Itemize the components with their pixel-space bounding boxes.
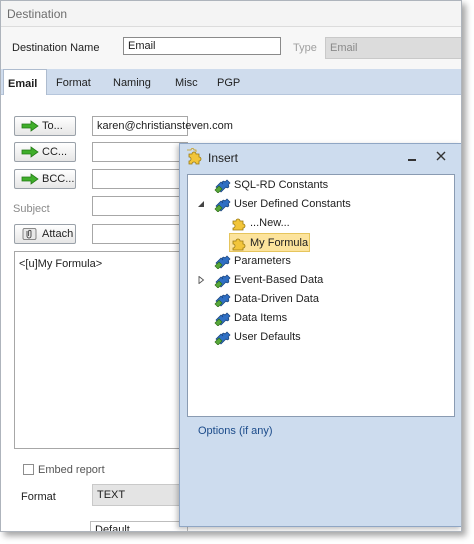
collapse-arrow-icon[interactable] bbox=[197, 200, 205, 208]
tab-misc[interactable]: Misc bbox=[175, 69, 198, 95]
tab-naming[interactable]: Naming bbox=[113, 69, 151, 95]
tab-email[interactable]: Email bbox=[3, 69, 47, 96]
insert-panel-title: Insert bbox=[208, 151, 239, 165]
tree-node-my-formula[interactable]: My Formula bbox=[229, 233, 310, 252]
tree-node-label: User Defaults bbox=[234, 331, 301, 343]
tree-node-label: My Formula bbox=[250, 237, 309, 249]
bcc-button[interactable]: BCC... bbox=[14, 169, 76, 189]
window-title: Destination bbox=[7, 7, 68, 21]
puzzle-icon bbox=[214, 198, 231, 212]
destination-row: Destination Name Email Type Email bbox=[1, 27, 461, 69]
default-field[interactable]: Default bbox=[90, 521, 188, 531]
paperclip-icon bbox=[22, 228, 37, 240]
type-field: Email bbox=[325, 37, 461, 59]
to-button[interactable]: To... bbox=[14, 116, 76, 136]
checkbox-icon bbox=[23, 464, 34, 475]
puzzle-icon bbox=[214, 179, 231, 193]
attach-field[interactable] bbox=[92, 224, 188, 244]
bcc-button-label: BCC... bbox=[42, 173, 75, 185]
bcc-field[interactable] bbox=[92, 169, 188, 189]
subject-label: Subject bbox=[13, 203, 50, 215]
message-body-text: <[u]My Formula> bbox=[19, 258, 103, 270]
to-button-label: To... bbox=[42, 120, 63, 132]
tree-node-label: Event-Based Data bbox=[234, 274, 324, 286]
destination-name-label: Destination Name bbox=[12, 42, 100, 54]
tab-format[interactable]: Format bbox=[56, 69, 91, 95]
tree-node-label: Data Items bbox=[234, 312, 288, 324]
tab-bar: Email Format Naming Misc PGP bbox=[1, 69, 461, 96]
attach-button-label: Attach bbox=[42, 228, 74, 240]
yellow-puzzle-icon bbox=[232, 218, 246, 231]
to-field[interactable]: karen@christiansteven.com bbox=[92, 116, 233, 136]
minimize-icon[interactable] bbox=[406, 151, 418, 163]
puzzle-icon bbox=[214, 331, 231, 345]
insert-panel: Insert SQL-RD Constants User Defined Con… bbox=[179, 143, 461, 527]
tree-node-label: Parameters bbox=[234, 255, 291, 267]
options-label: Options (if any) bbox=[198, 425, 273, 437]
puzzle-icon bbox=[187, 148, 202, 165]
puzzle-icon bbox=[214, 312, 231, 326]
destination-name-input[interactable]: Email bbox=[123, 37, 281, 55]
destination-dialog: Destination Destination Name Email Type … bbox=[0, 0, 462, 532]
green-arrow-icon bbox=[21, 146, 39, 158]
attach-button[interactable]: Attach bbox=[14, 224, 76, 244]
cc-field[interactable] bbox=[92, 142, 188, 162]
cc-button-label: CC... bbox=[42, 146, 68, 158]
insert-panel-header: Insert bbox=[180, 144, 461, 170]
cc-button[interactable]: CC... bbox=[14, 142, 76, 162]
close-icon[interactable] bbox=[435, 150, 447, 162]
expand-arrow-icon[interactable] bbox=[197, 276, 205, 284]
green-arrow-icon bbox=[21, 173, 39, 185]
subject-field[interactable] bbox=[92, 196, 188, 216]
puzzle-icon bbox=[214, 293, 231, 307]
format-select[interactable]: TEXT bbox=[92, 484, 188, 506]
tree-node-label: User Defined Constants bbox=[234, 198, 351, 210]
green-arrow-icon bbox=[21, 120, 39, 132]
tab-pgp[interactable]: PGP bbox=[217, 69, 240, 95]
message-body[interactable]: <[u]My Formula> bbox=[14, 251, 186, 449]
puzzle-icon bbox=[214, 255, 231, 269]
tree-node-label: SQL-RD Constants bbox=[234, 179, 329, 191]
title-bar: Destination bbox=[1, 1, 461, 27]
format-label: Format bbox=[21, 491, 56, 503]
insert-tree[interactable]: SQL-RD Constants User Defined Constants … bbox=[187, 174, 455, 417]
tree-node-label: ...New... bbox=[250, 217, 290, 229]
embed-report-label: Embed report bbox=[38, 464, 105, 476]
type-label: Type bbox=[293, 42, 317, 54]
yellow-puzzle-icon bbox=[232, 238, 246, 251]
tree-node-label: Data-Driven Data bbox=[234, 293, 319, 305]
puzzle-icon bbox=[214, 274, 231, 288]
embed-report-checkbox[interactable]: Embed report bbox=[23, 464, 105, 476]
